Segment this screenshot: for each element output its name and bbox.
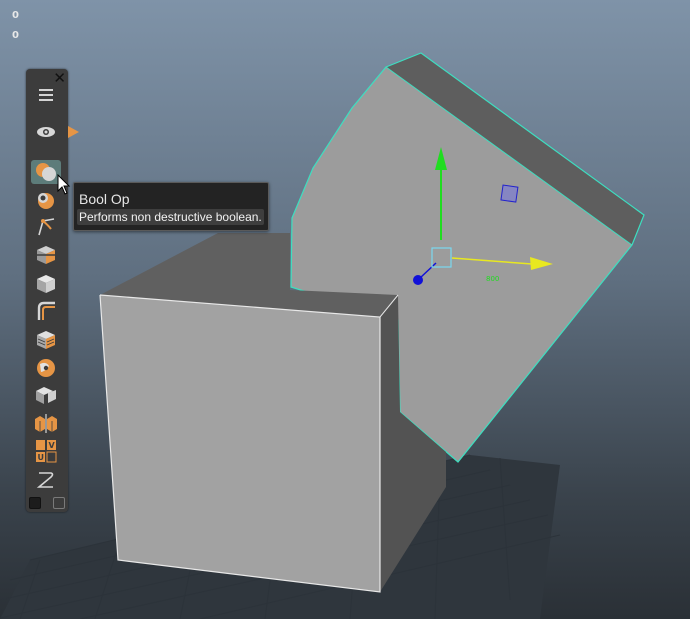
cube-front-face bbox=[100, 295, 380, 592]
uv-letter-v: V bbox=[49, 441, 56, 450]
mouse-cursor-icon bbox=[57, 174, 71, 195]
menu-icon[interactable] bbox=[31, 83, 61, 107]
3d-viewport[interactable]: 800 0 0 ✕ U V Bool Op Performs non destr… bbox=[0, 0, 690, 619]
tooltip: Bool Op Performs non destructive boolean… bbox=[73, 182, 269, 231]
curve-z-icon[interactable] bbox=[31, 468, 61, 492]
cube-split-icon[interactable] bbox=[31, 383, 61, 407]
gizmo-z-handle[interactable] bbox=[413, 275, 423, 285]
corner-icon[interactable] bbox=[31, 299, 61, 323]
cube-icon[interactable] bbox=[31, 272, 61, 296]
swatch-light[interactable] bbox=[53, 497, 65, 509]
sphere-orange-icon[interactable] bbox=[31, 356, 61, 380]
tooltip-title: Bool Op bbox=[79, 191, 130, 207]
cube-hatch-icon[interactable] bbox=[31, 328, 61, 352]
mirror-cubes-icon[interactable] bbox=[31, 411, 61, 435]
tooltip-description: Performs non destructive boolean. bbox=[77, 209, 264, 225]
hardmesh-toolbar: ✕ U V bbox=[26, 69, 79, 512]
eye-icon[interactable] bbox=[31, 120, 61, 144]
gizmo-label: 800 bbox=[486, 275, 499, 283]
uv-icon[interactable]: U V bbox=[31, 439, 61, 463]
orange-marker-icon bbox=[68, 126, 79, 138]
hud-readout-1: 0 bbox=[12, 10, 19, 21]
cube-slice-icon[interactable] bbox=[31, 243, 61, 267]
scene-canvas[interactable]: 800 bbox=[0, 0, 690, 619]
uv-letter-u: U bbox=[38, 453, 45, 462]
bevel-curve-icon[interactable] bbox=[31, 215, 61, 239]
gizmo-plane-handle[interactable] bbox=[500, 184, 519, 203]
hud-readout-2: 0 bbox=[12, 30, 19, 41]
swatch-dark[interactable] bbox=[29, 497, 41, 509]
